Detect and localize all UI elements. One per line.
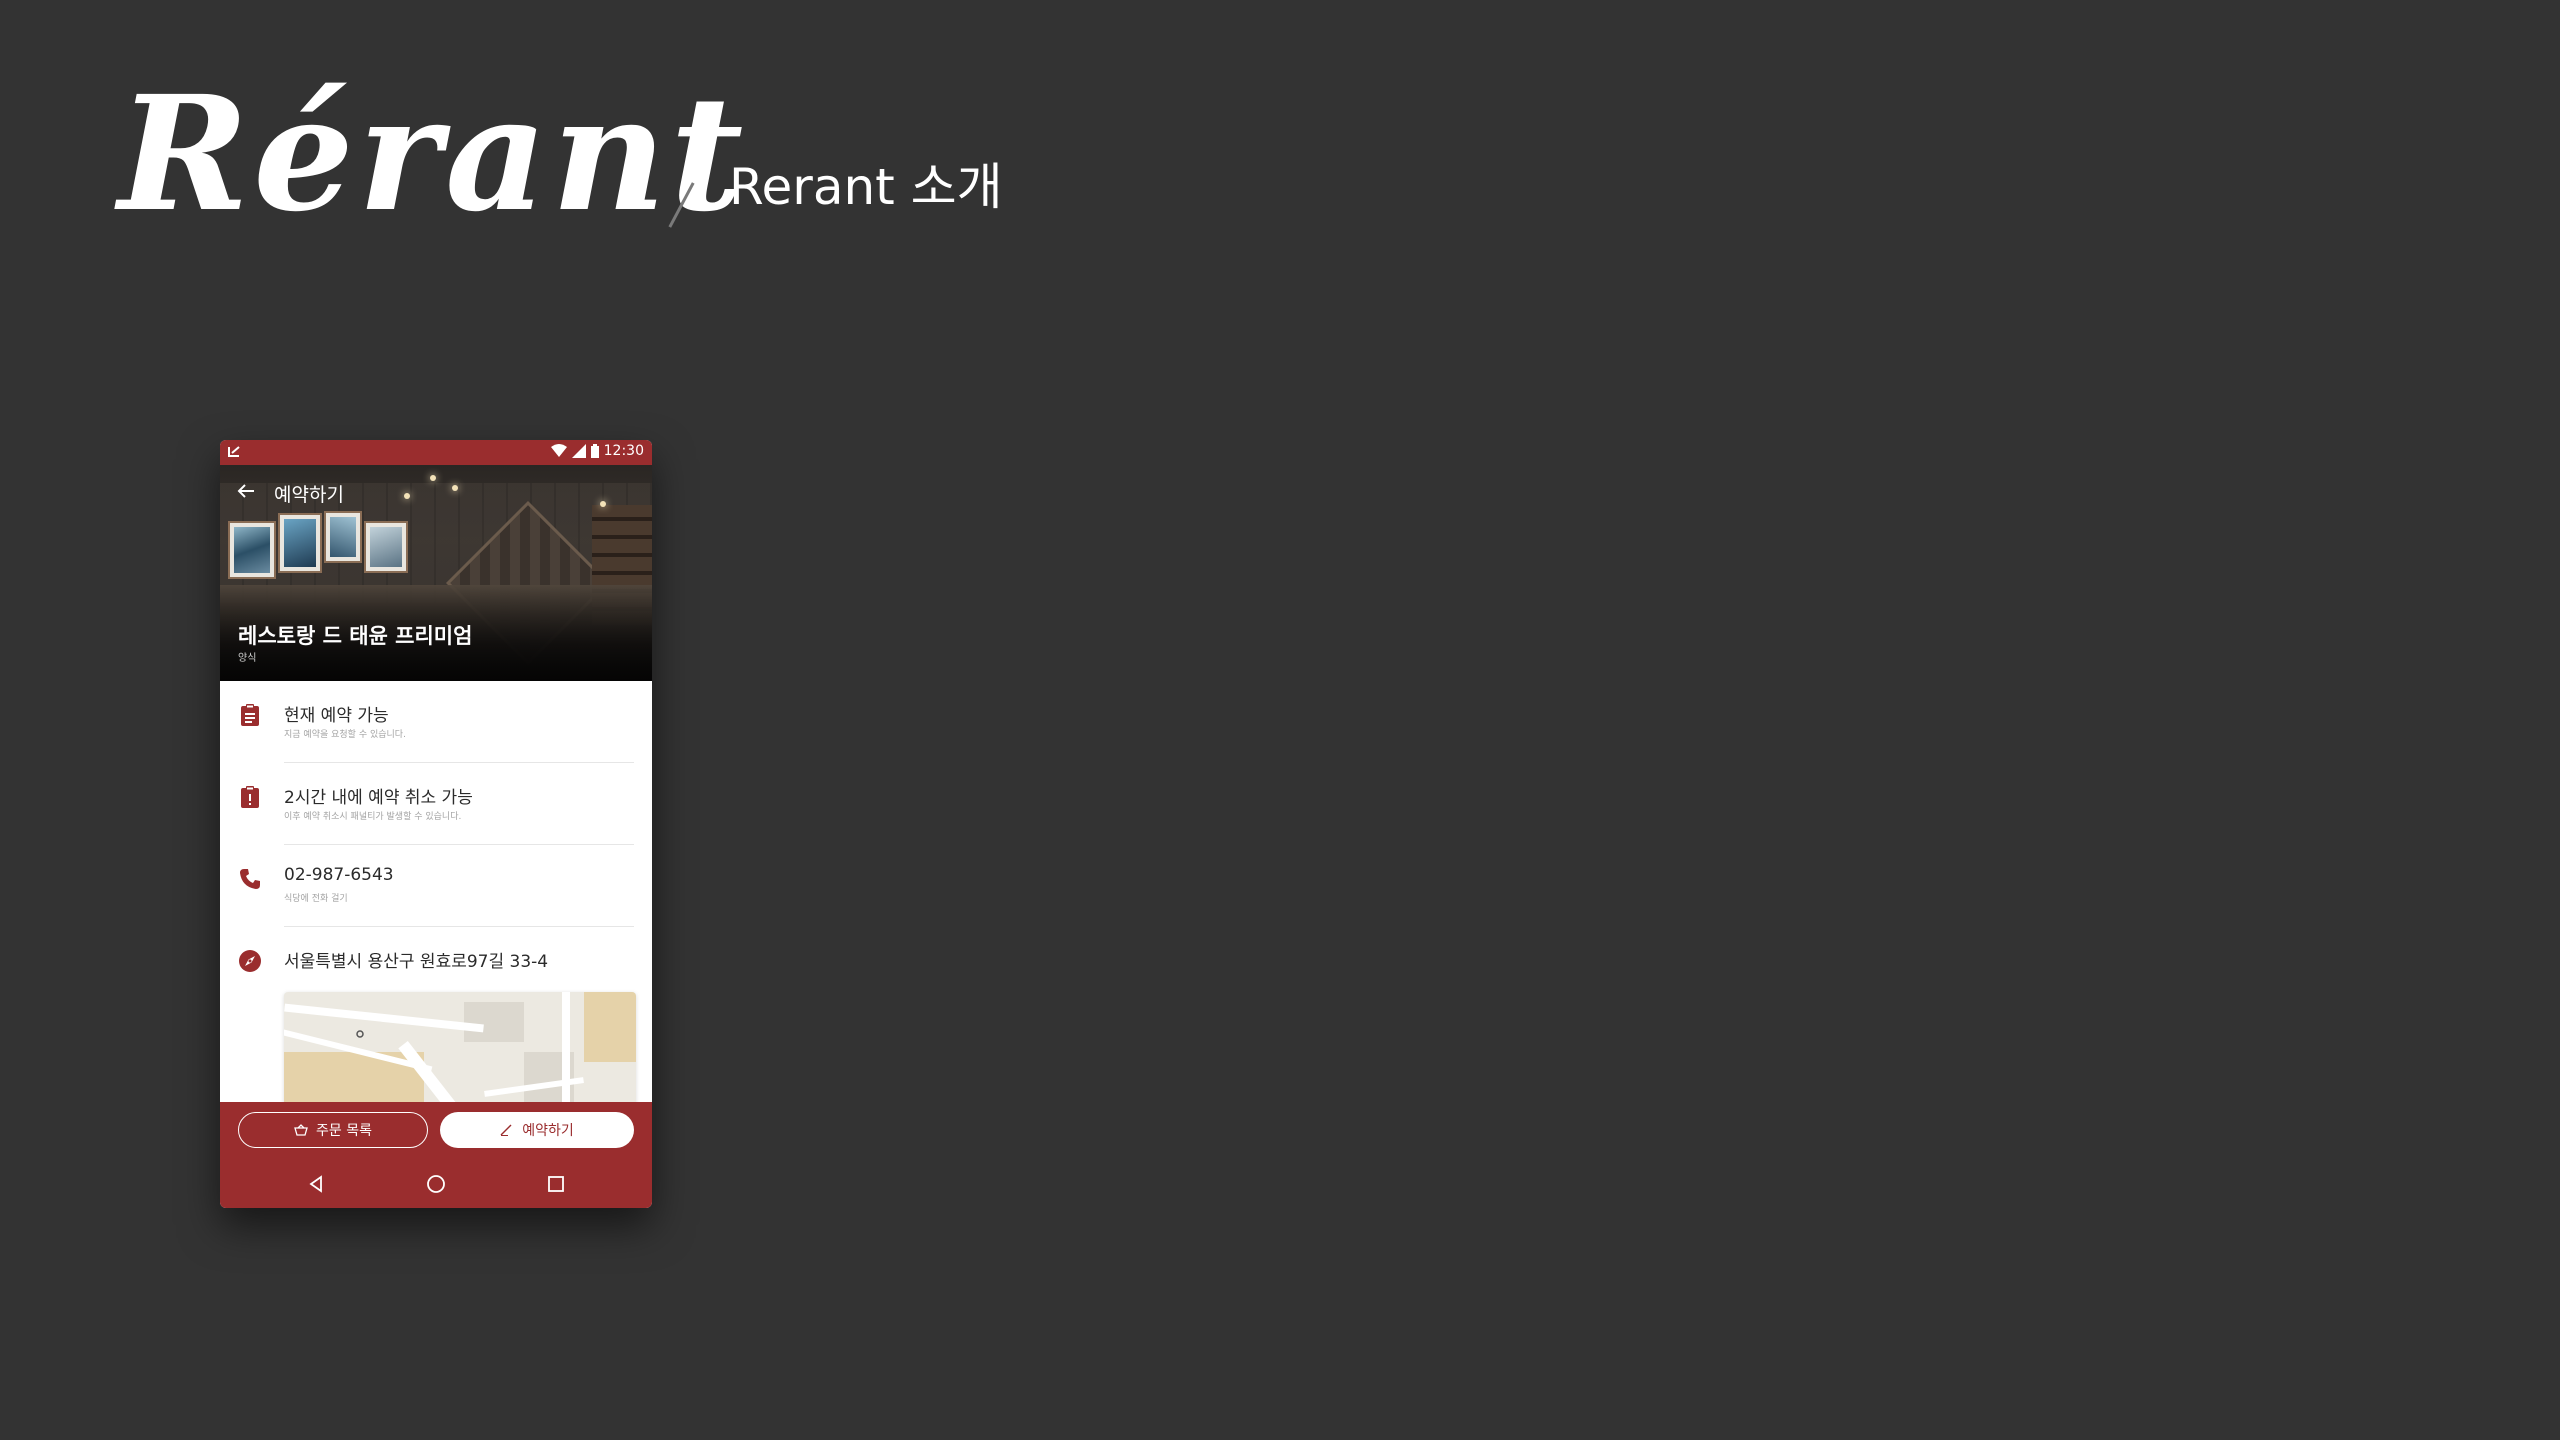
reserve-button[interactable]: 예약하기 [440, 1112, 634, 1148]
notification-icon [228, 446, 240, 457]
map-pin-icon [356, 1030, 364, 1038]
wifi-icon [550, 444, 567, 457]
nav-recents-icon[interactable] [544, 1172, 568, 1196]
rerant-logo: Rérant [118, 62, 748, 247]
phone-number[interactable]: 02-987-6543 [284, 865, 394, 885]
bottom-action-bar: 주문 목록 예약하기 [220, 1102, 652, 1160]
order-list-button[interactable]: 주문 목록 [238, 1112, 428, 1148]
info-subtitle: 지금 예약을 요청할 수 있습니다. [284, 730, 406, 740]
reserve-label: 예약하기 [522, 1123, 574, 1139]
info-title: 2시간 내에 예약 취소 가능 [284, 788, 473, 808]
restaurant-name: 레스토랑 드 태윤 프리미엄 [238, 624, 473, 648]
restaurant-category: 양식 [238, 653, 257, 664]
info-subtitle: 이후 예약 취소시 패널티가 발생할 수 있습니다. [284, 812, 462, 822]
order-list-label: 주문 목록 [316, 1123, 372, 1139]
address-text: 서울특별시 용산구 원효로97길 33-4 [284, 952, 549, 972]
nav-home-icon[interactable] [424, 1172, 448, 1196]
back-arrow-icon[interactable] [236, 481, 256, 501]
status-bar: 12:30 [220, 440, 652, 465]
clipboard-icon [241, 704, 259, 726]
status-time: 12:30 [603, 443, 644, 459]
clipboard-alert-icon [241, 786, 259, 808]
basket-icon [294, 1124, 308, 1136]
page-title: Rerant 소개 [729, 158, 1003, 216]
pencil-icon [500, 1124, 512, 1136]
info-item-address: 서울특별시 용산구 원효로97길 33-4 [220, 927, 652, 987]
phone-mockup: 12:30 예약하기 레스토랑 드 태윤 프리미엄 양식 현재 예약 가능 지금… [220, 440, 652, 1208]
compass-icon [239, 950, 261, 972]
app-toolbar: 예약하기 [220, 465, 652, 515]
toolbar-title: 예약하기 [274, 484, 344, 506]
info-item-availability: 현재 예약 가능 지금 예약을 요청할 수 있습니다. [220, 681, 652, 763]
system-nav-bar [220, 1160, 652, 1208]
info-item-phone[interactable]: 02-987-6543 식당에 전화 걸기 [220, 845, 652, 927]
signal-icon [571, 444, 586, 458]
info-item-cancellation: 2시간 내에 예약 취소 가능 이후 예약 취소시 패널티가 발생할 수 있습니… [220, 763, 652, 845]
phone-icon[interactable] [238, 867, 262, 891]
info-title: 현재 예약 가능 [284, 706, 389, 726]
battery-icon [590, 444, 599, 458]
nav-back-icon[interactable] [304, 1172, 328, 1196]
info-subtitle: 식당에 전화 걸기 [284, 894, 348, 904]
